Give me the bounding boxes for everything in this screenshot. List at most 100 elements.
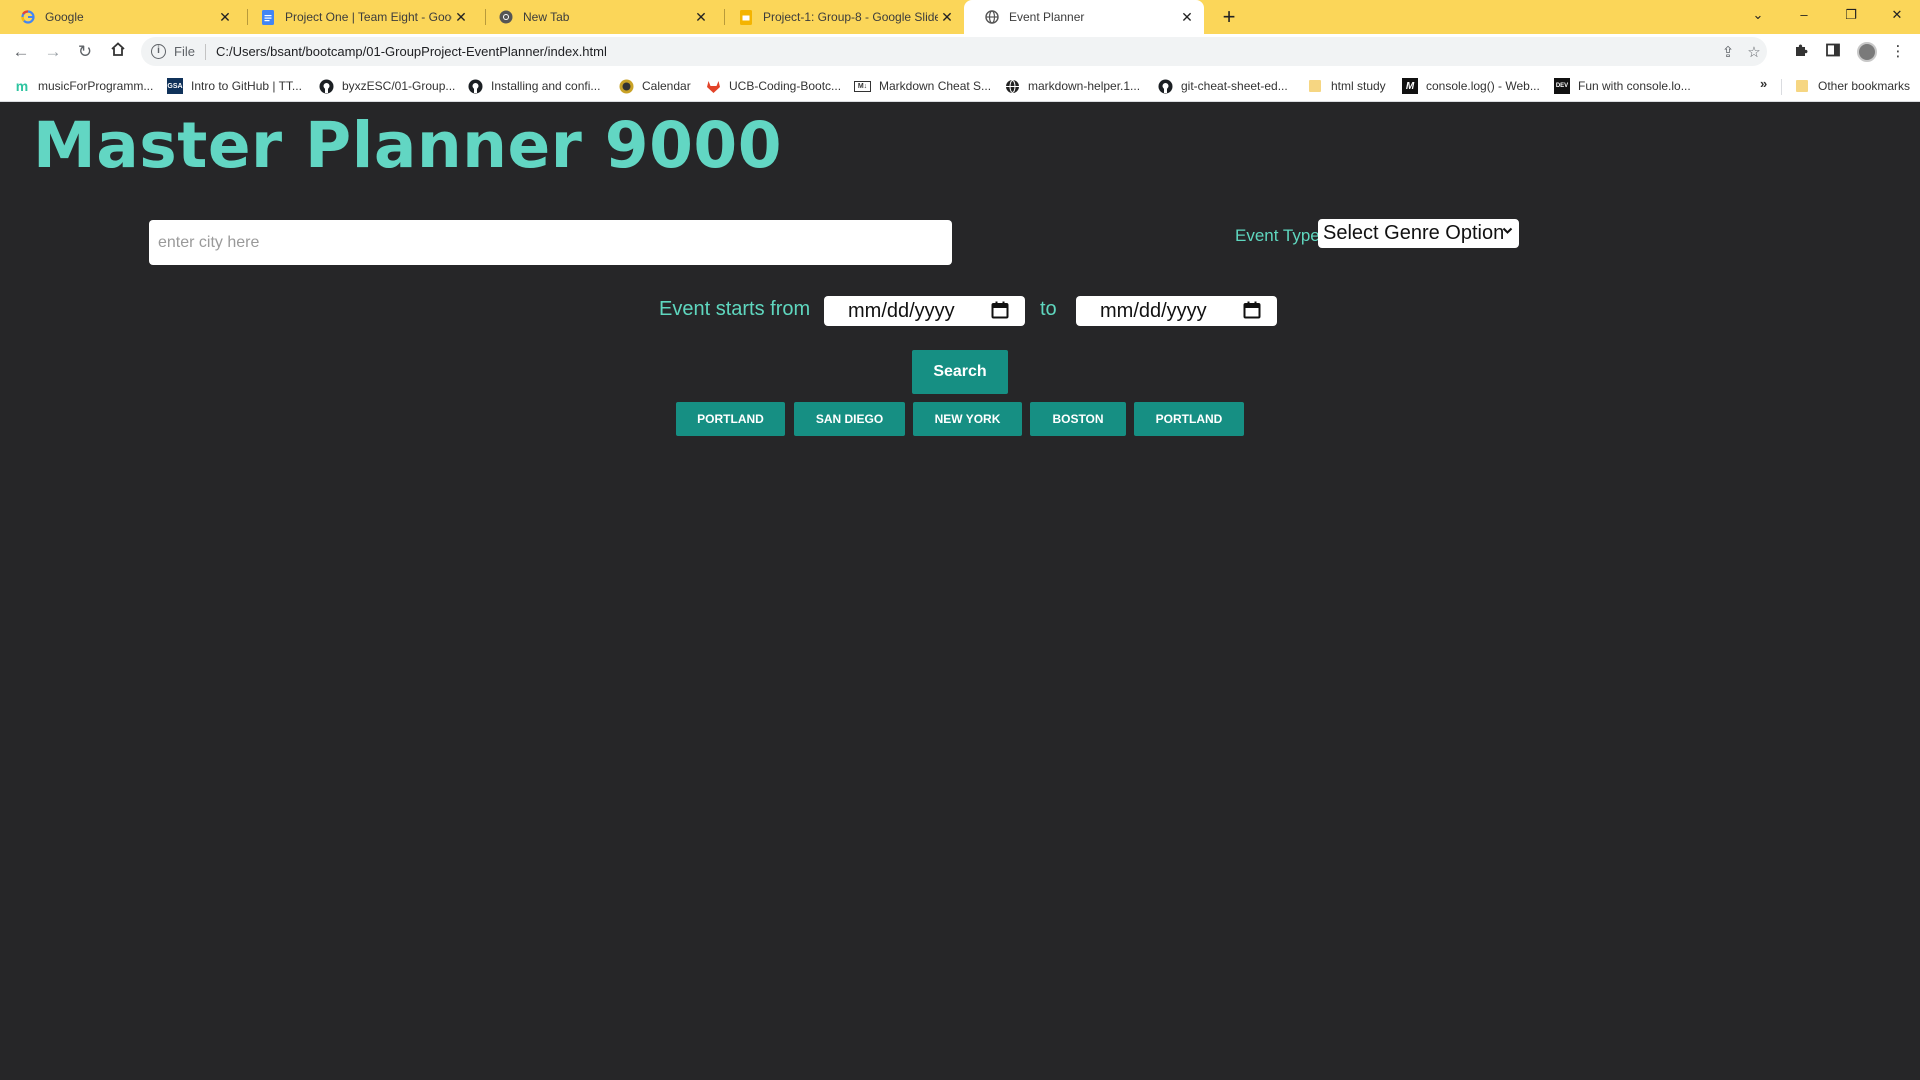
bookmark-item[interactable]: Installing and confi... bbox=[467, 76, 600, 96]
saved-city-button-boston[interactable]: BOSTON bbox=[1030, 402, 1126, 436]
bookmark-label: Other bookmarks bbox=[1818, 79, 1911, 93]
slides-icon bbox=[738, 9, 754, 25]
date-to-value: mm/dd/yyyy bbox=[1100, 299, 1207, 322]
bookmark-label: markdown-helper.1... bbox=[1028, 79, 1141, 93]
gsa-icon: GSA bbox=[167, 78, 183, 94]
tab-google[interactable]: Google ✕ bbox=[0, 0, 242, 34]
address-bar[interactable]: i File C:/Users/bsant/bootcamp/01-GroupP… bbox=[141, 37, 1767, 66]
dev-icon: DEV bbox=[1554, 78, 1570, 94]
date-to-label: to bbox=[1040, 298, 1057, 320]
bookmark-item[interactable]: Calendar bbox=[618, 76, 691, 96]
chrome-icon bbox=[498, 9, 514, 25]
calendar-icon[interactable] bbox=[1243, 301, 1261, 319]
bookmark-item[interactable]: M console.log() - Web... bbox=[1402, 76, 1540, 96]
side-panel-icon[interactable] bbox=[1823, 42, 1843, 62]
github-icon bbox=[1157, 78, 1173, 94]
close-icon[interactable]: ✕ bbox=[938, 9, 956, 26]
bookmarks-divider bbox=[1781, 79, 1782, 95]
folder-icon bbox=[1794, 78, 1810, 94]
bookmark-label: Markdown Cheat S... bbox=[879, 79, 992, 93]
window-close-button[interactable]: ✕ bbox=[1880, 0, 1914, 30]
tab-search-chevron-icon[interactable]: ⌄ bbox=[1741, 0, 1775, 30]
share-icon[interactable]: ⇪ bbox=[1718, 43, 1738, 63]
tab-event-planner[interactable]: Event Planner ✕ bbox=[964, 0, 1204, 34]
back-button[interactable]: ← bbox=[7, 38, 35, 66]
saved-city-button-san-diego[interactable]: SAN DIEGO bbox=[794, 402, 905, 436]
tab-new-tab[interactable]: New Tab ✕ bbox=[478, 0, 718, 34]
more-bookmarks-button[interactable]: » bbox=[1760, 76, 1767, 91]
bookmark-item[interactable]: M↓ Markdown Cheat S... bbox=[854, 76, 991, 96]
date-from-input[interactable]: mm/dd/yyyy bbox=[824, 296, 1025, 326]
bookmark-item[interactable]: html study bbox=[1307, 76, 1386, 96]
bookmark-label: Calendar bbox=[642, 79, 691, 93]
m-icon: m bbox=[15, 78, 29, 94]
close-icon[interactable]: ✕ bbox=[216, 9, 234, 26]
bookmark-item[interactable]: m musicForProgramm... bbox=[14, 76, 154, 96]
genre-select-value: Select Genre Option bbox=[1323, 222, 1505, 244]
forward-button[interactable]: → bbox=[39, 38, 67, 66]
bookmark-label: UCB-Coding-Bootc... bbox=[729, 79, 842, 93]
bookmark-item[interactable]: git-cheat-sheet-ed... bbox=[1157, 76, 1288, 96]
bookmark-star-icon[interactable]: ☆ bbox=[1744, 43, 1764, 63]
other-bookmarks-folder[interactable]: Other bookmarks bbox=[1794, 76, 1910, 96]
bookmark-label: git-cheat-sheet-ed... bbox=[1181, 79, 1288, 93]
search-button[interactable]: Search bbox=[912, 350, 1008, 394]
restore-button[interactable]: ❐ bbox=[1834, 0, 1868, 30]
github-icon bbox=[318, 78, 334, 94]
saved-city-button-portland[interactable]: PORTLAND bbox=[676, 402, 785, 436]
globe-icon bbox=[1004, 78, 1020, 94]
profile-avatar[interactable] bbox=[1857, 42, 1877, 62]
minimize-button[interactable]: – bbox=[1787, 0, 1821, 30]
close-icon[interactable]: ✕ bbox=[692, 9, 710, 26]
tab-title: Project-1: Group-8 - Google Slides bbox=[763, 10, 938, 24]
reload-button[interactable]: ↻ bbox=[71, 38, 99, 66]
event-type-label: Event Type: bbox=[1235, 226, 1325, 245]
tab-title: Google bbox=[45, 10, 84, 24]
date-from-label: Event starts from bbox=[659, 298, 811, 320]
mdn-icon: M bbox=[1402, 78, 1418, 94]
google-icon bbox=[20, 9, 36, 25]
gitlab-icon bbox=[705, 78, 721, 94]
folder-icon bbox=[1307, 78, 1323, 94]
saved-city-button-new-york[interactable]: NEW YORK bbox=[913, 402, 1022, 436]
docs-icon bbox=[260, 9, 276, 25]
home-button[interactable] bbox=[104, 38, 132, 66]
genre-select[interactable]: Select Genre Option bbox=[1318, 219, 1519, 248]
menu-kebab-icon[interactable]: ⋮ bbox=[1888, 42, 1908, 62]
new-tab-button[interactable]: + bbox=[1216, 4, 1242, 30]
bookmark-item[interactable]: DEV Fun with console.lo... bbox=[1554, 76, 1691, 96]
close-icon[interactable]: ✕ bbox=[1178, 9, 1196, 26]
bookmark-label: byxzESC/01-Group... bbox=[342, 79, 456, 93]
close-icon[interactable]: ✕ bbox=[452, 9, 470, 26]
date-from-value: mm/dd/yyyy bbox=[848, 299, 955, 322]
saved-city-button-portland-2[interactable]: PORTLAND bbox=[1134, 402, 1244, 436]
calendar-icon[interactable] bbox=[991, 301, 1009, 319]
calendar-icon bbox=[618, 78, 634, 94]
bookmark-item[interactable]: GSA Intro to GitHub | TT... bbox=[167, 76, 302, 96]
home-icon bbox=[111, 42, 125, 56]
browser-tab-strip: Google ✕ Project One | Team Eight - Goog… bbox=[0, 0, 1920, 34]
tab-title: New Tab bbox=[523, 10, 570, 24]
bookmark-item[interactable]: UCB-Coding-Bootc... bbox=[705, 76, 841, 96]
tab-project-slides[interactable]: Project-1: Group-8 - Google Slides ✕ bbox=[718, 0, 964, 34]
page-content: Master Planner 9000 Event Type: Select G… bbox=[0, 103, 1920, 1080]
browser-toolbar: ← → ↻ i File C:/Users/bsant/bootcamp/01-… bbox=[0, 34, 1920, 70]
github-icon bbox=[467, 78, 483, 94]
chevron-down-icon bbox=[1502, 224, 1513, 239]
tab-title: Project One | Team Eight - Google bbox=[285, 10, 452, 24]
date-to-input[interactable]: mm/dd/yyyy bbox=[1076, 296, 1277, 326]
markdown-icon: M↓ bbox=[854, 80, 871, 92]
info-icon[interactable]: i bbox=[151, 44, 166, 59]
bookmark-label: Installing and confi... bbox=[491, 79, 601, 93]
bookmark-label: musicForProgramm... bbox=[38, 79, 154, 93]
bookmark-label: Intro to GitHub | TT... bbox=[191, 79, 302, 93]
bookmark-item[interactable]: byxzESC/01-Group... bbox=[318, 76, 455, 96]
bookmark-label: console.log() - Web... bbox=[1426, 79, 1540, 93]
bookmark-item[interactable]: markdown-helper.1... bbox=[1004, 76, 1140, 96]
extensions-puzzle-icon[interactable] bbox=[1791, 42, 1811, 62]
bookmarks-bar: m musicForProgramm... GSA Intro to GitHu… bbox=[0, 70, 1920, 102]
tab-project-one-doc[interactable]: Project One | Team Eight - Google ✕ bbox=[240, 0, 478, 34]
scheme-label: File bbox=[174, 44, 195, 59]
city-search-input[interactable] bbox=[149, 220, 952, 265]
address-url[interactable]: C:/Users/bsant/bootcamp/01-GroupProject-… bbox=[216, 44, 607, 59]
